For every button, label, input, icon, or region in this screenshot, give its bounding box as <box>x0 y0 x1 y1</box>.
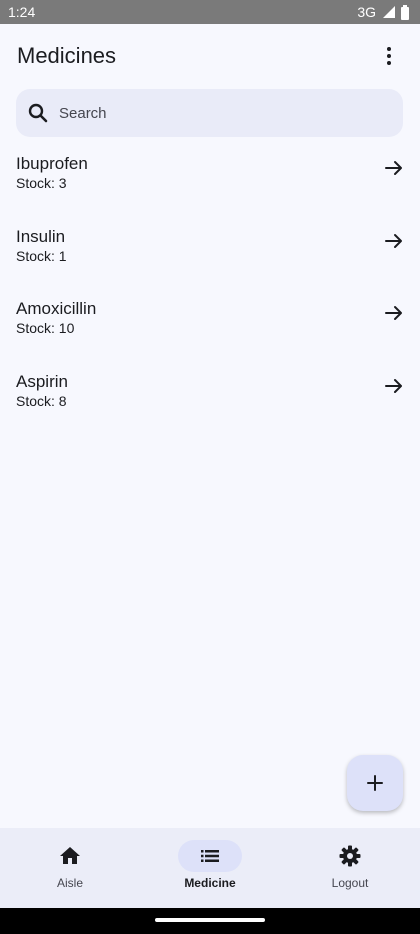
list-item[interactable]: Aspirin Stock: 8 <box>0 363 420 436</box>
search-icon <box>26 101 50 125</box>
network-type: 3G <box>357 4 376 20</box>
medicine-stock: Stock: 1 <box>16 247 67 264</box>
medicine-name: Ibuprofen <box>16 154 88 173</box>
list-item-text: Insulin Stock: 1 <box>16 227 67 265</box>
arrow-forward-icon[interactable] <box>382 156 406 180</box>
page-title: Medicines <box>17 43 117 68</box>
arrow-forward-icon[interactable] <box>382 374 406 398</box>
nav-indicator <box>318 840 382 872</box>
nav-item-logout[interactable]: Logout <box>280 828 420 908</box>
top-app-bar: Medicines <box>0 24 420 88</box>
home-icon <box>60 847 80 864</box>
more-vert-icon[interactable] <box>369 36 409 76</box>
status-icons: 3G <box>357 4 410 20</box>
list-item[interactable]: Insulin Stock: 1 <box>0 218 420 291</box>
medicine-stock: Stock: 10 <box>16 320 75 336</box>
medicine-name: Amoxicillin <box>16 299 97 318</box>
arrow-forward-icon[interactable] <box>382 301 406 325</box>
list-icon <box>201 850 219 862</box>
list-item[interactable]: Amoxicillin Stock: 10 <box>0 290 420 363</box>
list-item-text: Ibuprofen Stock: 3 <box>16 154 88 192</box>
list-item-text: Amoxicillin Stock: 10 <box>16 299 96 337</box>
nav-indicator <box>178 840 242 872</box>
status-bar: 1:24 3G <box>0 0 420 24</box>
list-item-text: Aspirin Stock: 8 <box>16 372 68 410</box>
gear-icon <box>339 845 361 867</box>
nav-label: Medicine <box>184 876 236 890</box>
gesture-handle[interactable] <box>155 918 265 922</box>
battery-icon <box>401 4 409 20</box>
search-input[interactable] <box>59 104 359 122</box>
medicine-name: Aspirin <box>16 371 68 391</box>
system-gesture-bar <box>0 908 420 934</box>
nav-indicator <box>38 840 102 872</box>
medicine-stock: Stock: 3 <box>16 175 67 191</box>
bottom-navigation: Aisle Medicine Logout <box>0 828 420 908</box>
nav-label: Logout <box>331 876 369 890</box>
medicine-list: Ibuprofen Stock: 3 Insulin Stock: 1 Amox… <box>0 145 420 435</box>
medicine-stock: Stock: 8 <box>16 392 67 409</box>
signal-icon <box>383 6 395 18</box>
nav-item-aisle[interactable]: Aisle <box>0 828 140 908</box>
nav-label: Aisle <box>56 876 83 890</box>
list-item[interactable]: Ibuprofen Stock: 3 <box>0 145 420 218</box>
add-medicine-button[interactable] <box>347 755 403 811</box>
nav-item-medicine[interactable]: Medicine <box>140 828 280 908</box>
add-icon <box>367 775 383 791</box>
medicine-name: Insulin <box>16 226 66 246</box>
search-bar[interactable] <box>16 89 403 137</box>
arrow-forward-icon[interactable] <box>382 229 406 253</box>
status-time: 1:24 <box>8 4 36 20</box>
